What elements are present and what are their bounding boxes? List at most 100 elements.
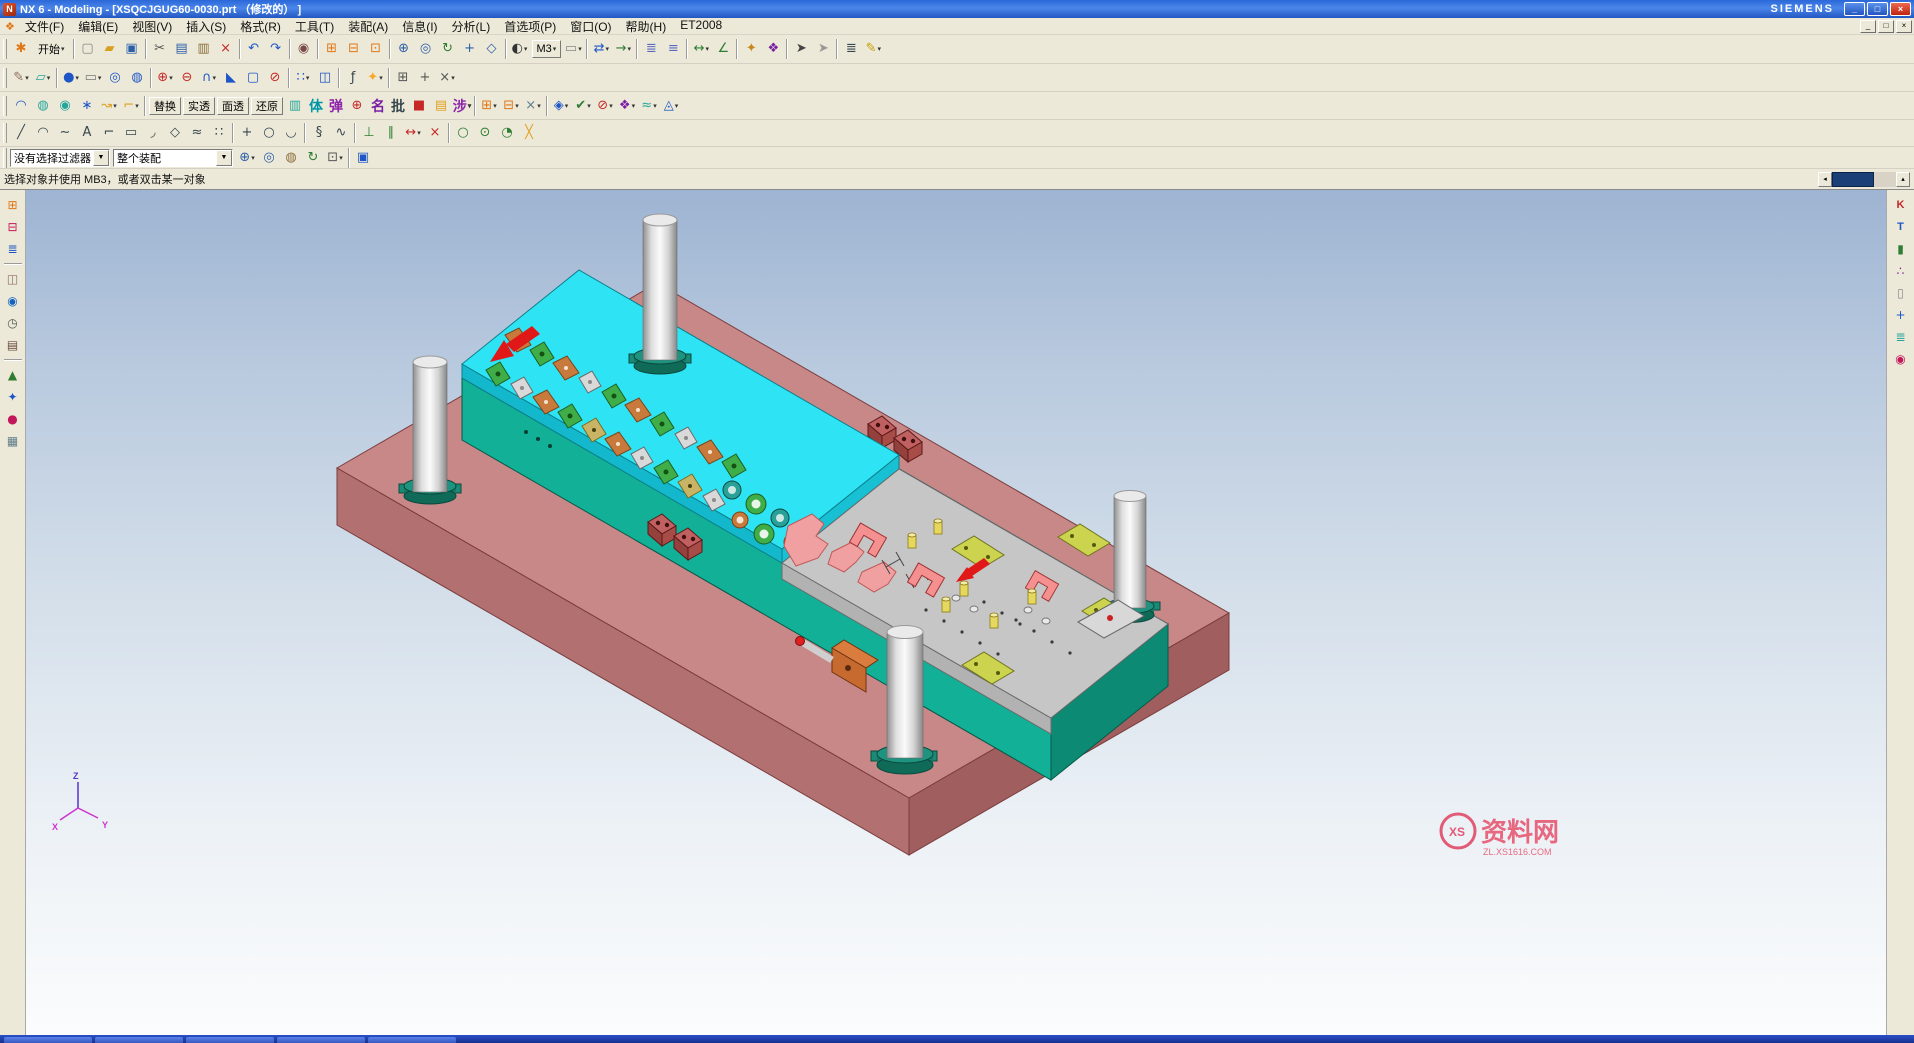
measure-angle-button[interactable]: ∠ [712,38,734,60]
dropdown-arrow-icon[interactable]: ▾ [706,39,710,59]
curve-mesh-button[interactable]: ∗ [76,95,98,117]
reuse-library-icon[interactable]: ◫ [3,269,23,289]
replace-button[interactable]: 替换 [149,97,181,115]
mdi-minimize-button[interactable]: _ [1860,20,1876,33]
extrude-button[interactable]: ●▾ [60,67,82,89]
interference-button[interactable]: 涉▾ [452,95,472,117]
scrollbar-track[interactable] [1874,172,1896,187]
histogram-button[interactable]: ▥ [284,95,306,117]
deviation-button[interactable]: ⊘▾ [594,95,616,117]
conic-button[interactable]: ◡ [280,122,302,144]
people-icon[interactable]: ◉ [1891,349,1911,369]
menu-et2008[interactable]: ET2008 [673,18,729,35]
shell-button[interactable]: ▢ [242,67,264,89]
start-button[interactable]: 开始▾ [33,40,70,58]
dropdown-arrow-icon[interactable]: ▾ [515,96,519,116]
dropdown-arrow-icon[interactable]: ▾ [98,68,102,88]
menu-window[interactable]: 窗口(O) [563,18,618,35]
pattern-feature-button[interactable]: ∷▾ [292,67,314,89]
dropdown-arrow-icon[interactable]: ▾ [213,68,217,88]
cascade-window-button[interactable]: ⊟ [343,38,365,60]
layer-settings-button[interactable]: ≣ [640,38,662,60]
dropdown-arrow-icon[interactable]: ▾ [675,96,679,116]
menu-preferences[interactable]: 首选项(P) [497,18,563,35]
wcs-dynamics-button[interactable]: ▣ [352,147,374,169]
menu-file[interactable]: 文件(F) [18,18,71,35]
taskbar-button[interactable] [277,1037,365,1043]
fillet-button[interactable]: ◞ [142,122,164,144]
scroll-up-button[interactable]: ▴ [1896,172,1910,187]
face-translucency-button[interactable]: 面透 [217,97,249,115]
measure-distance-button[interactable]: ↔▾ [690,38,712,60]
gc-toolkit-button[interactable]: ◈▾ [550,95,572,117]
dropdown-arrow-icon[interactable]: ▾ [653,96,657,116]
process-studio-icon[interactable]: ▲ [3,365,23,385]
remove-parameters-button[interactable]: ×▾ [522,95,544,117]
rotate-view-button[interactable]: ↻ [437,38,459,60]
trim-body-button[interactable]: ⊘ [264,67,286,89]
key-icon[interactable]: K [1891,195,1911,215]
unite-button[interactable]: ⊕▾ [154,67,176,89]
sequence-button[interactable]: ≈▾ [638,95,660,117]
studio-spline-button[interactable]: § [308,122,330,144]
selection-bar-grip[interactable] [3,148,7,168]
parallel-constraint-button[interactable]: ∥ [380,122,402,144]
flange-button[interactable]: ⌐▾ [120,95,142,117]
boss-button[interactable]: ◍ [126,67,148,89]
auto-dimension-button[interactable]: × [424,122,446,144]
text-curve-button[interactable]: A [76,122,98,144]
copy-button[interactable]: ▤ [171,38,193,60]
clip-section-button[interactable]: ▭▾ [562,38,584,60]
dropdown-arrow-icon[interactable]: ▾ [135,96,139,116]
circle-diameter-button[interactable]: ⊙ [474,122,496,144]
close-tool-button[interactable]: ×▾ [436,67,458,89]
interpart-link-button[interactable]: ⊞▾ [478,95,500,117]
assembly-navigator-icon[interactable]: ⊞ [3,195,23,215]
material-icon[interactable]: ▮ [1891,239,1911,259]
minimize-button[interactable]: _ [1844,2,1865,16]
perspective-button[interactable]: ◇ [481,38,503,60]
dropdown-arrow-icon[interactable]: ▾ [169,68,173,88]
cup-icon[interactable]: ▯ [1891,283,1911,303]
dropdown-arrow-icon[interactable]: ▾ [587,96,591,116]
m3-button[interactable]: M3▾ [532,40,562,58]
taskbar-button[interactable] [95,1037,183,1043]
information-window-button[interactable]: ≣ [840,38,862,60]
toolbar-grip-sketch[interactable] [3,123,7,143]
section-analysis-button[interactable]: ◬▾ [660,95,682,117]
roles-icon[interactable]: ● [3,409,23,429]
target-point-button[interactable]: ⊕ [346,95,368,117]
sketch-button[interactable]: ✎▾ [10,67,32,89]
maximize-button[interactable]: □ [1867,2,1888,16]
delete-button[interactable]: × [215,38,237,60]
polygon-button[interactable]: ◇ [164,122,186,144]
body-button[interactable]: 体 [306,95,326,117]
save-button[interactable]: ▣ [121,38,143,60]
show-hide-button[interactable]: ⇄▾ [590,38,612,60]
batch-button[interactable]: 批 [388,95,408,117]
menu-format[interactable]: 格式(R) [233,18,288,35]
text-tool-icon[interactable]: T [1891,217,1911,237]
spring-button[interactable]: 弹 [326,95,346,117]
dropdown-arrow-icon[interactable]: ▾ [379,68,383,88]
dropdown-arrow-icon[interactable]: ▾ [578,39,582,59]
datum-plane-button[interactable]: ▱▾ [32,67,54,89]
selection-filter-select[interactable]: 没有选择过滤器 ▼ [10,149,110,167]
taskbar-button[interactable] [368,1037,456,1043]
dimension-button[interactable]: ↔▾ [402,122,424,144]
solid-translucency-button[interactable]: 实透 [183,97,215,115]
graphics-window[interactable]: Z X Y XS 资料网 ZL.XS1616.COM [26,190,1886,1035]
snapshot-button[interactable]: ✦ [740,38,762,60]
pan-button[interactable]: + [459,38,481,60]
toolbar-grip-standard[interactable] [3,39,7,59]
dropdown-arrow-icon[interactable]: ▾ [113,96,117,116]
menu-edit[interactable]: 编辑(E) [71,18,125,35]
taskbar-button[interactable] [4,1037,92,1043]
dropdown-arrow-icon[interactable]: ▾ [306,68,310,88]
dropdown-arrow-icon[interactable]: ▾ [565,96,569,116]
immediate-hide-button[interactable]: →▾ [612,38,634,60]
add-icon[interactable]: + [1891,305,1911,325]
dropdown-arrow-icon[interactable]: ▾ [632,96,636,116]
dropdown-arrow-icon[interactable]: ▾ [493,96,497,116]
zoom-button[interactable]: ◎ [415,38,437,60]
